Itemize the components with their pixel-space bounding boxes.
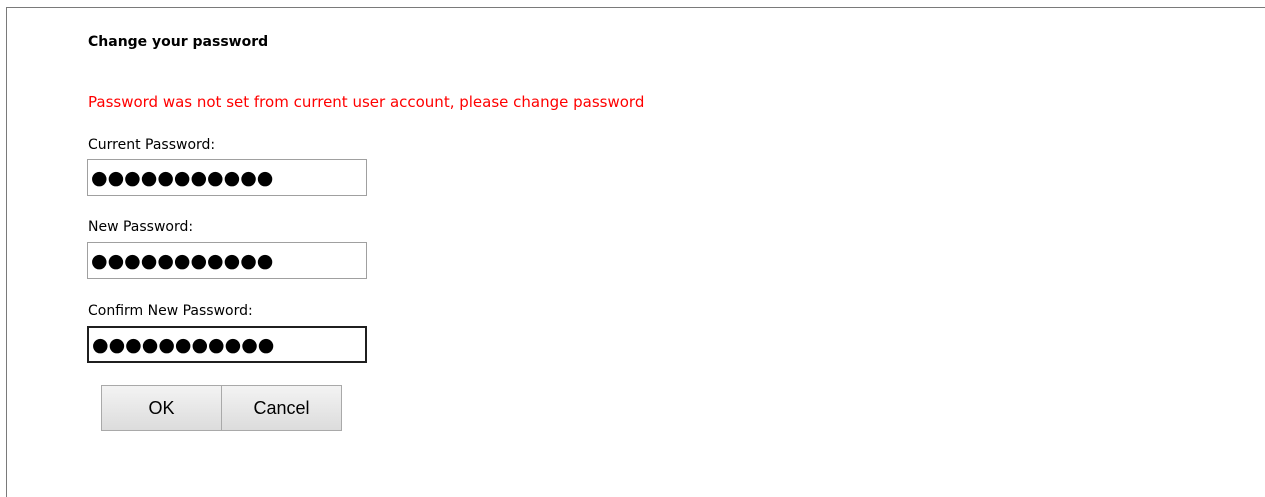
confirm-password-input[interactable] — [87, 326, 367, 363]
page-title: Change your password — [88, 34, 269, 50]
confirm-password-label: Confirm New Password: — [88, 303, 253, 319]
error-message: Password was not set from current user a… — [88, 93, 645, 111]
current-password-input[interactable] — [87, 159, 367, 196]
current-password-label: Current Password: — [88, 137, 216, 153]
ok-button[interactable]: OK — [101, 385, 222, 431]
new-password-label: New Password: — [88, 219, 194, 235]
cancel-button[interactable]: Cancel — [221, 385, 342, 431]
new-password-input[interactable] — [87, 242, 367, 279]
